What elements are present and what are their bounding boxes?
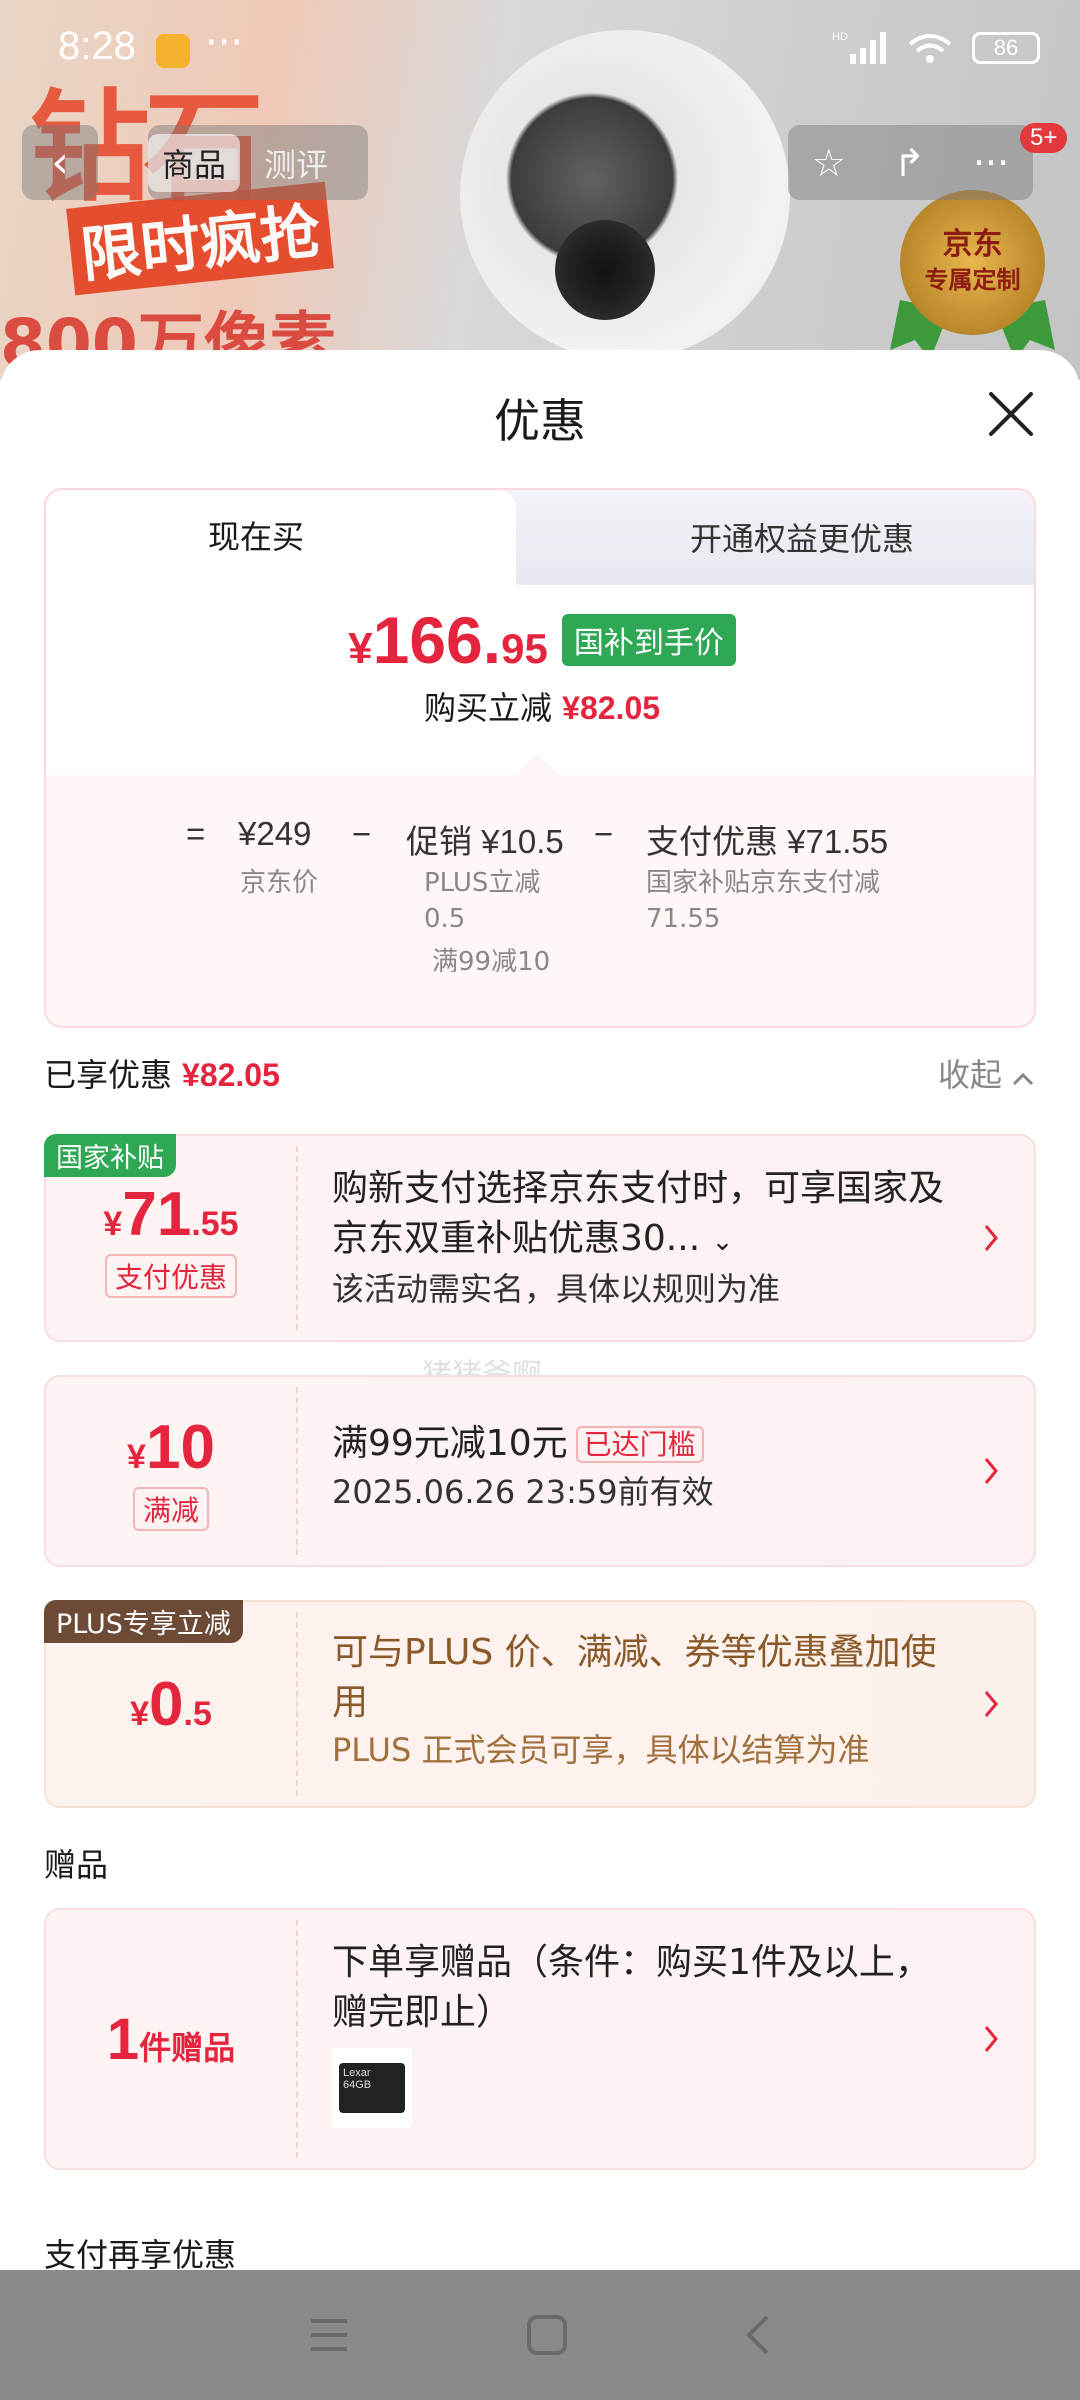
menu-icon[interactable] xyxy=(307,2315,351,2355)
deal-amount: ¥0.5 xyxy=(130,1669,212,1739)
deal-type-tag: 满减 xyxy=(132,1486,209,1531)
home-icon[interactable] xyxy=(525,2313,569,2357)
pay-more-discount-title: 支付再享优惠 xyxy=(44,2236,237,2270)
deal-text: 满99元减10元 已达门槛 2025.06.26 23:59前有效 xyxy=(332,1419,954,1514)
deal-expiry: 2025.06.26 23:59前有效 xyxy=(332,1473,714,1511)
formula-equals: = xyxy=(186,815,206,852)
final-price-row: ¥166.95 国补到手价 xyxy=(46,603,1034,677)
threshold-reached-tag: 已达门槛 xyxy=(575,1426,704,1463)
back-button[interactable]: ‹ xyxy=(22,125,98,200)
pay-discount-value: 71.55 xyxy=(646,904,721,934)
pay-discount: 支付优惠 ¥71.55 xyxy=(646,823,889,860)
chevron-right-icon[interactable] xyxy=(982,1220,1002,1256)
deal-amount-block: ¥71.55 支付优惠 xyxy=(46,1136,296,1340)
deal-note: 该活动需实名，具体以规则为准 xyxy=(332,1270,781,1308)
gift-section-title: 赠品 xyxy=(44,1846,109,1884)
share-icon[interactable]: ↱ xyxy=(893,141,925,185)
divider xyxy=(296,1387,298,1555)
deal-text: 可与PLUS 价、满减、券等优惠叠加使用 PLUS 正式会员可享，具体以结算为准 xyxy=(332,1628,954,1772)
close-icon[interactable] xyxy=(985,388,1037,440)
product-tabs: 商品 测评 xyxy=(148,125,368,200)
chevron-right-icon[interactable] xyxy=(982,1453,1002,1489)
sheet-title: 优惠 xyxy=(494,394,586,448)
tab-buy-now[interactable]: 现在买 xyxy=(46,490,466,585)
deal-gift[interactable]: 1件赠品 下单享赠品（条件：购买1件及以上，赠完即止） Lexar 64GB xyxy=(44,1908,1036,2170)
signal-icon: HD xyxy=(832,31,886,64)
deal-description: 满99元减10元 已达门槛 xyxy=(332,1419,954,1470)
deal-note: PLUS 正式会员可享，具体以结算为准 xyxy=(332,1731,870,1769)
price-tabs: 现在买 开通权益更优惠 xyxy=(46,490,1034,585)
deal-amount: ¥10 xyxy=(127,1412,215,1482)
more-icon[interactable]: ··· xyxy=(973,141,1009,185)
promo-discount: 促销 ¥10.5 xyxy=(406,823,564,860)
divider xyxy=(296,1920,298,2158)
chevron-down-icon[interactable]: ⌄ xyxy=(712,1227,734,1257)
status-bar: 8:28 ··· HD 86 xyxy=(0,0,1080,100)
status-time: 8:28 xyxy=(58,24,136,68)
memory-card-image: Lexar 64GB xyxy=(339,2063,405,2113)
price-card: 现在买 开通权益更优惠 ¥166.95 国补到手价 购买立减 ¥82.05 = … xyxy=(44,488,1036,1028)
more-notifications-icon: ··· xyxy=(205,20,244,66)
back-nav-icon[interactable] xyxy=(743,2313,773,2357)
wifi-icon xyxy=(908,34,952,63)
deal-national-subsidy[interactable]: 国家补贴 ¥71.55 支付优惠 购新支付选择京东支付时，可享国家及京东双重补贴… xyxy=(44,1134,1036,1342)
gift-count: 1件赠品 xyxy=(106,2006,236,2072)
deal-description: 购新支付选择京东支付时，可享国家及京东双重补贴优惠30... ⌄ xyxy=(332,1168,945,1259)
deal-type-tag: 支付优惠 xyxy=(104,1253,237,1298)
plus-reduce-label: PLUS立减 xyxy=(424,868,541,898)
tab-product[interactable]: 商品 xyxy=(148,133,241,192)
deal-amount-block: ¥0.5 xyxy=(46,1602,296,1806)
final-price: ¥166.95 xyxy=(348,603,548,677)
collapse-button[interactable]: 收起 xyxy=(938,1050,1002,1096)
subsidy-price-tag: 国补到手价 xyxy=(561,614,736,666)
chevron-right-icon[interactable] xyxy=(982,1686,1002,1722)
deal-description: 可与PLUS 价、满减、券等优惠叠加使用 xyxy=(332,1632,937,1723)
tab-review[interactable]: 测评 xyxy=(264,140,328,186)
system-nav-bar xyxy=(0,2270,1080,2400)
tab-member-benefit[interactable]: 开通权益更优惠 xyxy=(566,490,1034,585)
gift-count-block: 1件赠品 xyxy=(46,1910,296,2168)
product-backdrop: 钻石 限时疯抢 800万像素 京东 专属定制 8:28 ··· HD 86 ‹ … xyxy=(0,0,1080,380)
message-badge: 5+ xyxy=(1020,123,1068,153)
divider xyxy=(296,1612,298,1796)
product-nav: ‹ 商品 测评 ☆ ↱ ··· 5+ xyxy=(0,123,1080,200)
deal-text: 购新支付选择京东支付时，可享国家及京东双重补贴优惠30... ⌄ 该活动需实名，… xyxy=(332,1164,954,1311)
deal-amount-block: ¥10 满减 xyxy=(46,1377,296,1565)
price-formula xyxy=(46,775,1034,1026)
pay-discount-label: 国家补贴京东支付减 xyxy=(646,868,881,898)
gift-description: 下单享赠品（条件：购买1件及以上，赠完即止） xyxy=(332,1942,931,2033)
instant-reduce: 购买立减 ¥82.05 xyxy=(423,689,661,727)
chevron-left-icon: ‹ xyxy=(51,137,69,188)
plus-reduce-value: 0.5 xyxy=(424,904,466,934)
app-notification-icon xyxy=(156,34,190,68)
full-reduce-label: 满99减10 xyxy=(432,947,551,977)
deal-plus-reduce[interactable]: PLUS专享立减 ¥0.5 可与PLUS 价、满减、券等优惠叠加使用 PLUS … xyxy=(44,1600,1036,1808)
formula-minus: − xyxy=(594,815,614,852)
battery-indicator: 86 xyxy=(972,32,1040,64)
jd-price: ¥249 xyxy=(238,815,312,852)
enjoyed-discount: 已享优惠 ¥82.05 xyxy=(44,1056,280,1094)
gift-thumbnail[interactable]: Lexar 64GB xyxy=(332,2048,412,2128)
product-tools: ☆ ↱ ··· xyxy=(788,125,1033,200)
jd-custom-badge: 京东 专属定制 xyxy=(900,190,1045,335)
deal-full-reduce[interactable]: ¥10 满减 满99元减10元 已达门槛 2025.06.26 23:59前有效 xyxy=(44,1375,1036,1567)
deal-text: 下单享赠品（条件：购买1件及以上，赠完即止） Lexar 64GB xyxy=(332,1938,954,2128)
jd-price-label: 京东价 xyxy=(240,868,319,898)
discount-sheet: 优惠 现在买 开通权益更优惠 ¥166.95 国补到手价 购买立减 ¥82.05… xyxy=(0,350,1080,2270)
formula-minus: − xyxy=(352,815,372,852)
chevron-up-icon[interactable] xyxy=(1012,1072,1034,1086)
star-icon[interactable]: ☆ xyxy=(812,141,846,185)
camera-lens xyxy=(555,220,655,320)
svg-text:HD: HD xyxy=(832,31,848,43)
deal-amount: ¥71.55 xyxy=(103,1179,239,1249)
divider xyxy=(296,1146,298,1330)
chevron-right-icon[interactable] xyxy=(982,2021,1002,2057)
